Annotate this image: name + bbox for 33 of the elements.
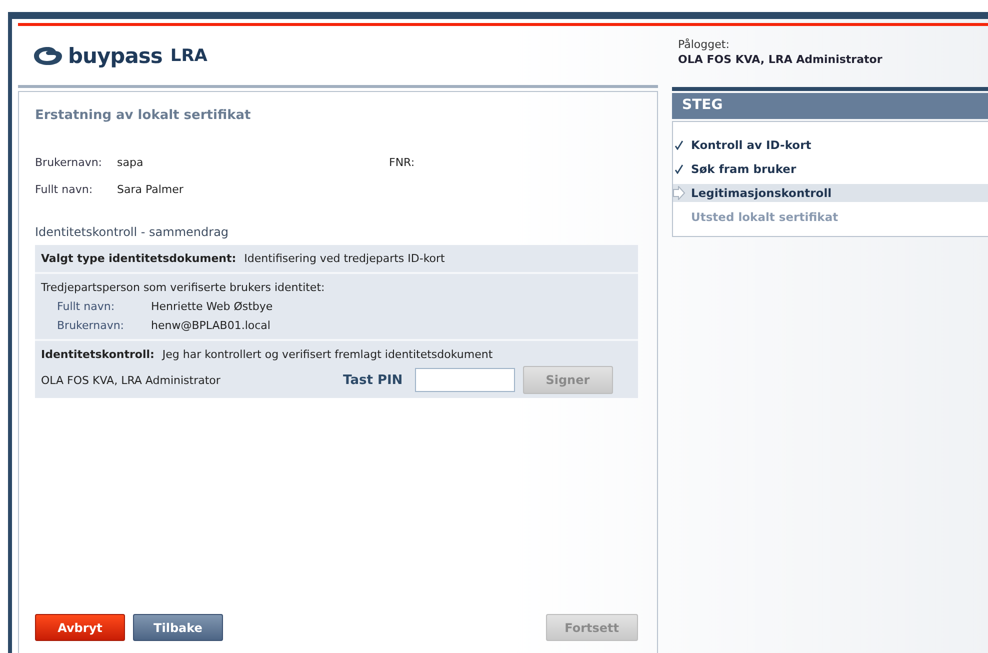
check-icon	[673, 140, 685, 150]
field-label: Identitetskontroll:	[41, 348, 154, 361]
field-value: Sara Palmer	[117, 183, 184, 196]
check-icon	[673, 164, 685, 174]
pin-field[interactable]	[414, 368, 515, 392]
back-button[interactable]: Tilbake	[133, 614, 223, 641]
logo-icon	[32, 46, 64, 66]
cancel-button[interactable]: Avbryt	[35, 614, 125, 641]
field-value: henw@BPLAB01.local	[151, 319, 270, 332]
section-heading: Identitetskontroll - sammendrag	[35, 225, 230, 239]
field-label: Fullt navn:	[57, 300, 116, 313]
step-item: Utsted lokalt sertifikat	[690, 209, 840, 226]
login-label: Pålogget:	[678, 38, 730, 51]
subheading: Tredjepartsperson som verifiserte brukers identitet:	[41, 281, 326, 294]
confirmation-text: Jeg har kontrollert og verifisert fremlagt identitetsdokument	[162, 348, 493, 361]
field-label: Fullt navn:	[35, 183, 94, 196]
field-value: sapa	[117, 156, 144, 169]
step-item: Kontroll av ID-kort	[673, 136, 988, 154]
step-item: Søk fram bruker	[673, 160, 988, 178]
field-label: Brukernavn:	[35, 156, 104, 169]
step-item: Legitimasjonskontroll	[673, 184, 988, 202]
app-name: LRA	[170, 46, 208, 66]
field-value: Henriette Web Østbye	[151, 300, 273, 313]
field-value: Identifisering ved tredjeparts ID-kort	[244, 252, 445, 265]
signer-name: OLA FOS KVA, LRA Administrator	[41, 374, 222, 386]
steps-header: STEG	[672, 93, 988, 119]
brand-name: buypass	[68, 44, 162, 68]
field-label: Brukernavn:	[57, 319, 126, 332]
page-title: Erstatning av lokalt sertifikat	[35, 108, 252, 123]
field-label: Valgt type identitetsdokument:	[41, 252, 236, 265]
field-label: FNR:	[389, 156, 415, 169]
pin-label: Tast PIN	[343, 372, 403, 388]
login-name: OLA FOS KVA, LRA Administrator	[678, 53, 884, 66]
